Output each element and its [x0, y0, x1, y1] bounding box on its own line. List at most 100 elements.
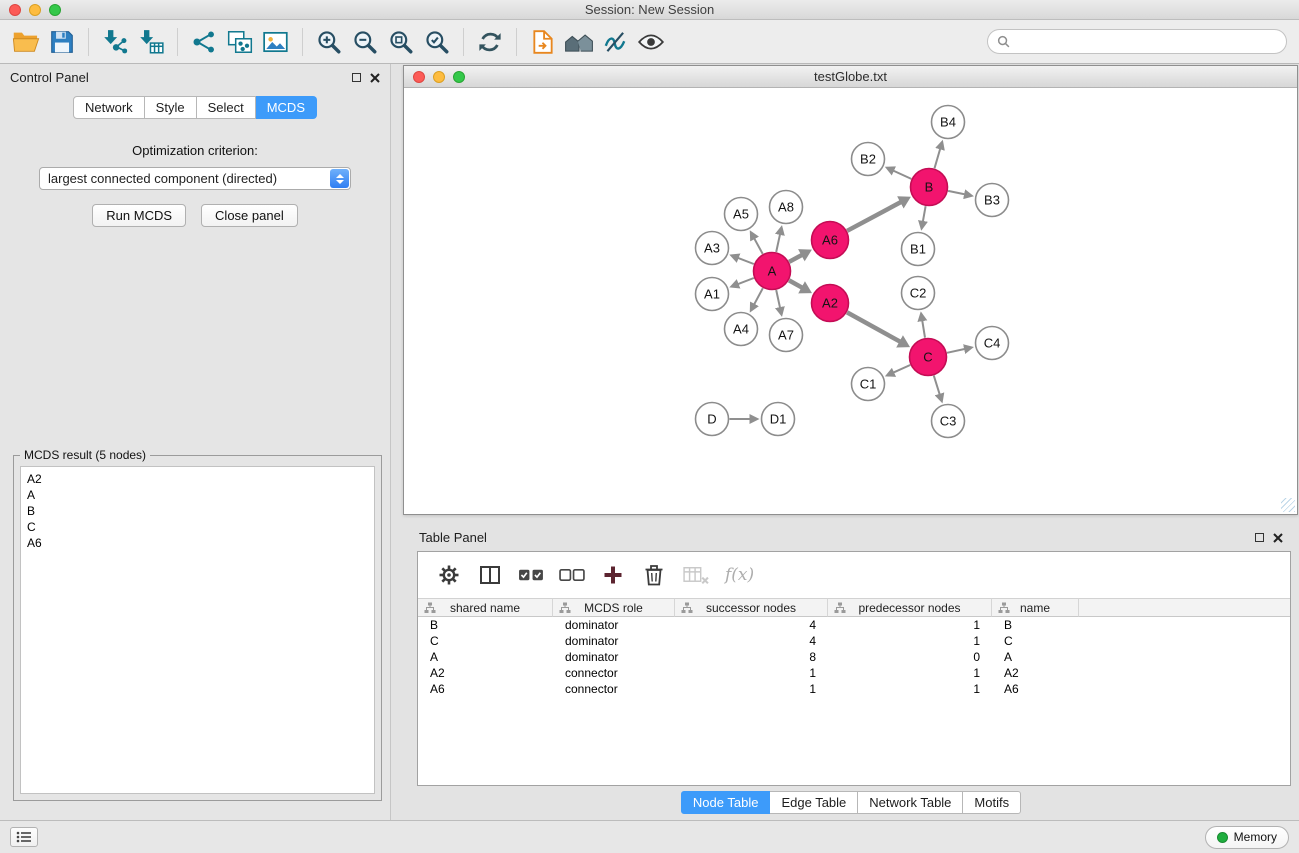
table-row[interactable]: Adominator80A — [418, 649, 1290, 665]
edge-A6-B[interactable] — [847, 202, 901, 231]
cell-predecessor-nodes[interactable]: 1 — [828, 617, 992, 633]
result-item[interactable]: C — [27, 519, 368, 535]
cell-name[interactable]: C — [992, 633, 1079, 649]
open-file-button[interactable] — [8, 25, 44, 59]
cell-predecessor-nodes[interactable]: 1 — [828, 633, 992, 649]
import-network-button[interactable] — [97, 25, 133, 59]
cell-name[interactable]: B — [992, 617, 1079, 633]
edge-A-A2[interactable] — [789, 280, 802, 287]
cell-name[interactable]: A2 — [992, 665, 1079, 681]
cell-MCDS-role[interactable]: connector — [553, 665, 675, 681]
node-D1[interactable]: D1 — [762, 403, 795, 436]
tab-network[interactable]: Network — [73, 96, 145, 119]
tab-select[interactable]: Select — [197, 96, 256, 119]
cell-successor-nodes[interactable]: 1 — [675, 681, 828, 697]
minimize-window-icon[interactable] — [29, 4, 41, 16]
edge-A-A4[interactable] — [754, 288, 763, 305]
node-B2[interactable]: B2 — [852, 143, 885, 176]
delete-column-button[interactable] — [637, 558, 671, 592]
table-row[interactable]: Cdominator41C — [418, 633, 1290, 649]
save-session-button[interactable] — [44, 25, 80, 59]
toolbar-search[interactable] — [987, 29, 1287, 54]
zoom-selected-button[interactable] — [419, 25, 455, 59]
tab-style[interactable]: Style — [145, 96, 197, 119]
clone-network-button[interactable] — [222, 25, 258, 59]
node-C1[interactable]: C1 — [852, 368, 885, 401]
tab-mcds[interactable]: MCDS — [256, 96, 317, 119]
node-A1[interactable]: A1 — [696, 278, 729, 311]
tab-edge-table[interactable]: Edge Table — [770, 791, 858, 814]
node-A7[interactable]: A7 — [770, 319, 803, 352]
tab-node-table[interactable]: Node Table — [681, 791, 771, 814]
edge-C-C4[interactable] — [947, 349, 965, 353]
home-button[interactable] — [561, 25, 597, 59]
node-A8[interactable]: A8 — [770, 191, 803, 224]
column-header-shared-name[interactable]: shared name — [418, 598, 553, 617]
network-close-icon[interactable] — [413, 71, 425, 83]
edge-A-A1[interactable] — [738, 278, 754, 284]
edge-A-A5[interactable] — [754, 238, 763, 254]
cell-name[interactable]: A — [992, 649, 1079, 665]
result-item[interactable]: B — [27, 503, 368, 519]
cell-successor-nodes[interactable]: 4 — [675, 633, 828, 649]
edge-A2-C[interactable] — [847, 312, 900, 341]
cell-shared-name[interactable]: A6 — [418, 681, 553, 697]
result-item[interactable]: A — [27, 487, 368, 503]
eye-button[interactable] — [633, 25, 669, 59]
export-network-image-button[interactable] — [258, 25, 294, 59]
float-panel-icon[interactable] — [352, 73, 361, 82]
network-zoom-icon[interactable] — [453, 71, 465, 83]
resize-grip[interactable] — [1281, 498, 1295, 512]
table-row[interactable]: A6connector11A6 — [418, 681, 1290, 697]
cell-MCDS-role[interactable]: dominator — [553, 617, 675, 633]
edge-B-B3[interactable] — [948, 191, 965, 195]
edge-A-A3[interactable] — [738, 258, 754, 264]
column-header-MCDS-role[interactable]: MCDS role — [553, 598, 675, 617]
node-B[interactable]: B — [911, 169, 948, 206]
table-row[interactable]: Bdominator41B — [418, 617, 1290, 633]
node-C2[interactable]: C2 — [902, 277, 935, 310]
export-document-button[interactable] — [525, 25, 561, 59]
close-panel-button[interactable]: Close panel — [201, 204, 298, 227]
zoom-out-button[interactable] — [347, 25, 383, 59]
cell-predecessor-nodes[interactable]: 1 — [828, 665, 992, 681]
cell-shared-name[interactable]: C — [418, 633, 553, 649]
tab-motifs[interactable]: Motifs — [963, 791, 1021, 814]
column-header-name[interactable]: name — [992, 598, 1079, 617]
edge-C-C2[interactable] — [922, 320, 925, 338]
edge-B-B1[interactable] — [923, 206, 926, 222]
float-table-panel-icon[interactable] — [1255, 533, 1264, 542]
node-A2[interactable]: A2 — [812, 285, 849, 322]
node-C4[interactable]: C4 — [976, 327, 1009, 360]
edge-A-A6[interactable] — [789, 255, 802, 262]
cell-predecessor-nodes[interactable]: 1 — [828, 681, 992, 697]
zoom-in-button[interactable] — [311, 25, 347, 59]
cell-shared-name[interactable]: A — [418, 649, 553, 665]
network-graph[interactable]: B4B2BB3A5A8A6B1A3AA1C2A2A4A7C4CC1C3DD1 — [405, 89, 1296, 513]
cell-predecessor-nodes[interactable]: 0 — [828, 649, 992, 665]
network-minimize-icon[interactable] — [433, 71, 445, 83]
search-input[interactable] — [1015, 34, 1277, 49]
edge-A-A7[interactable] — [776, 290, 780, 308]
optimization-criterion-select[interactable]: largest connected component (directed) — [39, 167, 351, 190]
network-window-titlebar[interactable]: testGlobe.txt — [404, 66, 1297, 88]
edge-B-B4[interactable] — [935, 148, 941, 168]
zoom-window-icon[interactable] — [49, 4, 61, 16]
edge-C-C3[interactable] — [934, 376, 940, 395]
columns-button[interactable] — [473, 558, 507, 592]
network-canvas[interactable]: B4B2BB3A5A8A6B1A3AA1C2A2A4A7C4CC1C3DD1 — [405, 89, 1296, 513]
cell-successor-nodes[interactable]: 4 — [675, 617, 828, 633]
column-header-predecessor-nodes[interactable]: predecessor nodes — [828, 598, 992, 617]
edge-C-C1[interactable] — [893, 365, 910, 373]
run-mcds-button[interactable]: Run MCDS — [92, 204, 186, 227]
select-all-button[interactable] — [514, 558, 548, 592]
memory-button[interactable]: Memory — [1205, 826, 1289, 849]
cell-successor-nodes[interactable]: 8 — [675, 649, 828, 665]
node-B3[interactable]: B3 — [976, 184, 1009, 217]
result-item[interactable]: A6 — [27, 535, 368, 551]
node-A4[interactable]: A4 — [725, 313, 758, 346]
panel-toggle-button[interactable] — [10, 827, 38, 847]
cell-MCDS-role[interactable]: connector — [553, 681, 675, 697]
tab-network-table[interactable]: Network Table — [858, 791, 963, 814]
close-window-icon[interactable] — [9, 4, 21, 16]
